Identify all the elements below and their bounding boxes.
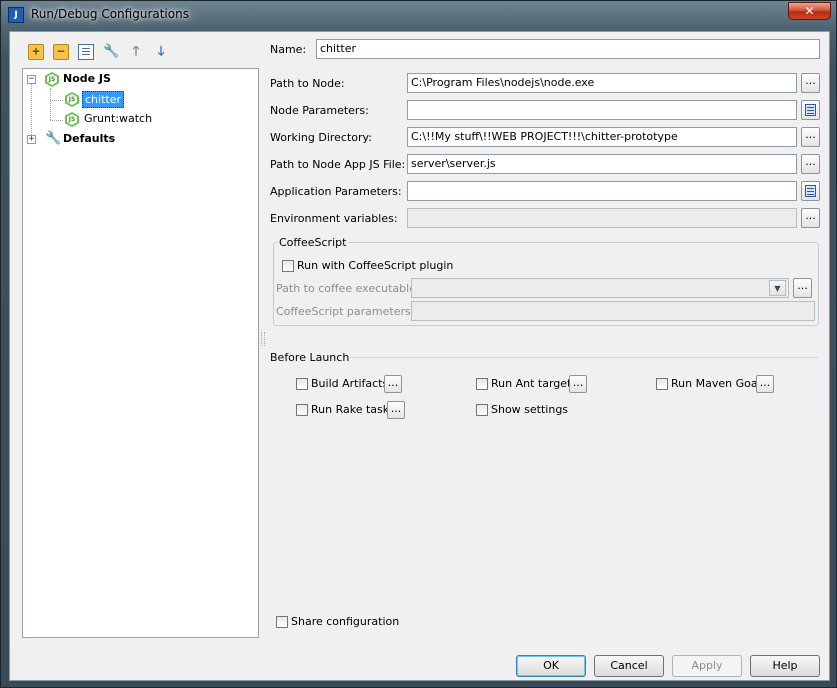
splitter-handle[interactable]: [261, 332, 265, 346]
nodejs-icon: JS: [45, 72, 59, 87]
nodejs-icon: JS: [65, 92, 79, 107]
run-ant-target-checkbox[interactable]: [476, 378, 488, 390]
share-configuration-checkbox[interactable]: [276, 616, 288, 628]
tree-item-defaults[interactable]: Defaults: [63, 130, 115, 148]
move-down-arrow-icon[interactable]: 🡓: [153, 44, 169, 60]
run-ant-target-options-button[interactable]: ...: [569, 375, 587, 393]
configuration-tree[interactable]: − JS Node JS JS chitter JS Grunt:watch +…: [22, 68, 259, 638]
before-launch-separator: [350, 357, 818, 358]
collapse-node-js-toggle[interactable]: −: [27, 75, 36, 84]
nodejs-icon: JS: [65, 112, 79, 127]
title-bar[interactable]: J Run/Debug Configurations ✕: [1, 1, 836, 29]
copy-configuration-icon[interactable]: [78, 44, 94, 60]
browse-directory-button[interactable]: ...: [801, 127, 820, 147]
build-artifacts-label: Build Artifacts: [311, 377, 389, 390]
coffee-path-combo[interactable]: [411, 278, 789, 298]
remove-configuration-button[interactable]: −: [53, 44, 69, 60]
name-input[interactable]: chitter: [316, 39, 820, 59]
run-maven-goal-label: Run Maven Goal: [671, 377, 761, 390]
run-with-coffeescript-label: Run with CoffeeScript plugin: [297, 259, 454, 272]
cancel-button[interactable]: Cancel: [594, 655, 664, 677]
run-rake-task-options-button[interactable]: ...: [387, 401, 405, 419]
build-artifacts-checkbox[interactable]: [296, 378, 308, 390]
run-maven-goal-options-button[interactable]: ...: [756, 375, 774, 393]
node-parameters-input[interactable]: [407, 100, 797, 120]
expand-editor-icon[interactable]: [801, 181, 820, 201]
coffee-path-label: Path to coffee executable:: [276, 282, 420, 295]
application-parameters-label: Application Parameters:: [270, 185, 402, 198]
ok-button[interactable]: OK: [516, 655, 586, 677]
browse-coffee-button[interactable]: ...: [793, 278, 812, 298]
name-label: Name:: [270, 43, 307, 56]
environment-variables-input[interactable]: [407, 208, 797, 228]
show-settings-label: Show settings: [491, 403, 569, 416]
run-ant-target-label: Run Ant target: [491, 377, 572, 390]
move-up-arrow-icon[interactable]: 🡑: [128, 44, 144, 60]
environment-variables-label: Environment variables:: [270, 212, 398, 225]
help-button[interactable]: Help: [750, 655, 820, 677]
tree-guide-line: [50, 88, 51, 120]
expand-editor-icon[interactable]: [801, 100, 820, 120]
working-directory-input[interactable]: C:\!!My stuff\!!WEB PROJECT!!!\chitter-p…: [407, 127, 797, 147]
app-icon: J: [8, 7, 24, 23]
coffeescript-parameters-input[interactable]: [411, 301, 815, 321]
before-launch-title: Before Launch: [270, 351, 350, 364]
edit-environment-button[interactable]: ...: [801, 208, 820, 228]
edit-defaults-wrench-icon[interactable]: 🔧: [103, 44, 119, 60]
run-with-coffeescript-checkbox[interactable]: [282, 260, 294, 272]
path-to-node-input[interactable]: C:\Program Files\nodejs\node.exe: [407, 73, 797, 93]
dialog-content: + − 🔧 🡑 🡓 − JS Node JS JS chitter JS Gru…: [9, 31, 830, 681]
run-maven-goal-checkbox[interactable]: [656, 378, 668, 390]
tree-guide-line: [50, 100, 63, 101]
app-js-file-input[interactable]: server\server.js: [407, 154, 797, 174]
expand-defaults-toggle[interactable]: +: [27, 135, 36, 144]
working-directory-label: Working Directory:: [270, 131, 372, 144]
application-parameters-input[interactable]: [407, 181, 797, 201]
show-settings-checkbox[interactable]: [476, 404, 488, 416]
app-js-file-label: Path to Node App JS File:: [270, 158, 406, 171]
chevron-down-icon[interactable]: ▼: [769, 280, 786, 296]
run-rake-task-label: Run Rake task: [311, 403, 390, 416]
browse-node-button[interactable]: ...: [801, 73, 820, 93]
share-configuration-label: Share configuration: [291, 615, 400, 628]
dialog-window: J Run/Debug Configurations ✕ + − 🔧 🡑 🡓 −…: [0, 0, 837, 688]
tree-guide-line: [50, 120, 63, 121]
tree-item-grunt-watch[interactable]: Grunt:watch: [84, 110, 152, 128]
tree-item-chitter[interactable]: chitter: [82, 91, 124, 108]
build-artifacts-options-button[interactable]: ...: [384, 375, 402, 393]
tree-item-node-js[interactable]: Node JS: [63, 70, 111, 88]
add-configuration-button[interactable]: +: [28, 44, 44, 60]
defaults-wrench-icon: 🔧: [45, 131, 62, 146]
node-parameters-label: Node Parameters:: [270, 104, 369, 117]
path-to-node-label: Path to Node:: [270, 77, 345, 90]
coffeescript-parameters-label: CoffeeScript parameters:: [276, 305, 415, 318]
browse-js-file-button[interactable]: ...: [801, 154, 820, 174]
apply-button[interactable]: Apply: [672, 655, 742, 677]
close-button[interactable]: ✕: [788, 2, 831, 20]
run-rake-task-checkbox[interactable]: [296, 404, 308, 416]
window-title: Run/Debug Configurations: [31, 7, 189, 21]
coffeescript-group-title: CoffeeScript: [277, 236, 349, 249]
